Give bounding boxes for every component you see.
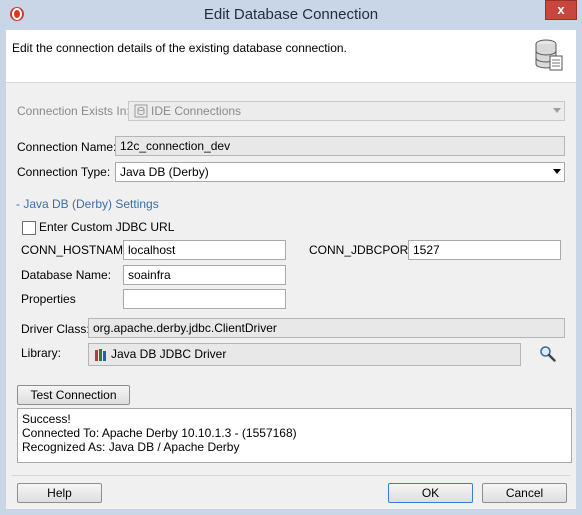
output-line: Recognized As: Java DB / Apache Derby xyxy=(22,440,240,454)
custom-jdbc-checkbox[interactable] xyxy=(22,221,36,235)
help-button[interactable]: Help xyxy=(17,483,102,503)
derby-settings-title: - Java DB (Derby) Settings xyxy=(16,197,159,211)
library-value: Java DB JDBC Driver xyxy=(111,347,227,361)
test-output-area[interactable]: Success! Connected To: Apache Derby 10.1… xyxy=(17,408,572,463)
connection-name-field[interactable]: 12c_connection_dev xyxy=(115,136,565,156)
output-line: Connected To: Apache Derby 10.10.1.3 - (… xyxy=(22,426,297,440)
output-line: Success! xyxy=(22,412,71,426)
custom-jdbc-label: Enter Custom JDBC URL xyxy=(39,220,175,234)
database-icon xyxy=(535,39,563,71)
library-books-icon xyxy=(95,349,106,361)
connection-type-select[interactable]: Java DB (Derby) xyxy=(115,162,565,182)
dialog-body: Edit the connection details of the exist… xyxy=(6,30,576,509)
header-band: Edit the connection details of the exist… xyxy=(6,30,576,83)
connection-name-label: Connection Name: xyxy=(17,140,117,154)
header-description: Edit the connection details of the exist… xyxy=(12,41,347,55)
driver-class-field[interactable]: org.apache.derby.jdbc.ClientDriver xyxy=(88,318,565,338)
connection-type-label: Connection Type: xyxy=(17,165,111,179)
connection-exists-in-label: Connection Exists In: xyxy=(17,104,130,118)
properties-label: Properties xyxy=(21,292,76,306)
test-connection-button[interactable]: Test Connection xyxy=(17,385,130,405)
properties-input[interactable] xyxy=(123,289,286,309)
connection-exists-in-value: IDE Connections xyxy=(151,104,242,118)
close-icon: x xyxy=(557,2,565,17)
port-label: CONN_JDBCPORT xyxy=(309,243,416,257)
window-title: Edit Database Connection xyxy=(203,6,379,23)
connection-type-value: Java DB (Derby) xyxy=(120,165,209,179)
driver-class-label: Driver Class: xyxy=(21,322,90,336)
cancel-button[interactable]: Cancel xyxy=(482,483,567,503)
connections-icon xyxy=(134,104,148,118)
port-input[interactable]: 1527 xyxy=(408,240,561,260)
library-label: Library: xyxy=(21,346,62,360)
database-name-input[interactable]: soainfra xyxy=(123,265,286,285)
footer-divider xyxy=(12,475,570,476)
chevron-down-icon xyxy=(553,169,561,174)
connection-exists-in-select: IDE Connections xyxy=(128,101,565,121)
library-field[interactable]: Java DB JDBC Driver xyxy=(88,343,521,366)
title-bar: Edit Database Connection x xyxy=(0,0,582,30)
close-button[interactable]: x xyxy=(545,0,577,20)
ok-button[interactable]: OK xyxy=(388,483,473,503)
database-name-label: Database Name: xyxy=(21,268,112,282)
hostname-label: CONN_HOSTNAME xyxy=(21,243,132,257)
hostname-input[interactable]: localhost xyxy=(123,240,286,260)
search-icon[interactable] xyxy=(539,345,556,362)
dialog-window: Edit Database Connection x Edit the conn… xyxy=(0,0,582,515)
chevron-down-icon xyxy=(553,108,561,113)
